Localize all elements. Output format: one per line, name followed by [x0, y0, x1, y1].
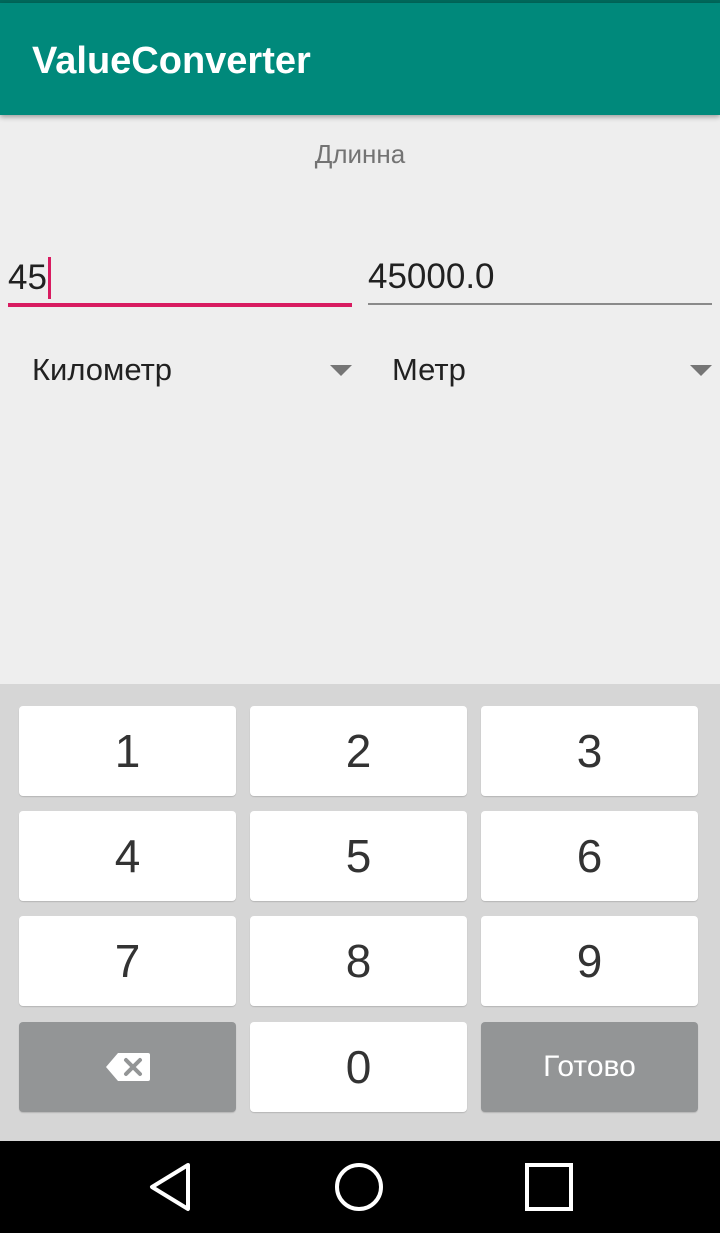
recents-button[interactable]	[499, 1141, 599, 1233]
key-4[interactable]: 4	[19, 811, 236, 901]
backspace-key[interactable]	[19, 1022, 236, 1112]
key-9[interactable]: 9	[481, 916, 698, 1006]
key-7[interactable]: 7	[19, 916, 236, 1006]
back-icon	[150, 1163, 190, 1211]
done-key[interactable]: Готово	[481, 1022, 698, 1112]
to-unit-label: Метр	[392, 352, 466, 387]
recents-icon	[525, 1163, 573, 1211]
key-2[interactable]: 2	[250, 706, 467, 796]
home-icon	[335, 1163, 383, 1211]
key-1[interactable]: 1	[19, 706, 236, 796]
key-3[interactable]: 3	[481, 706, 698, 796]
system-nav-bar	[0, 1141, 720, 1233]
input-underline-active	[8, 303, 352, 307]
app-title: ValueConverter	[32, 40, 311, 82]
dropdown-arrow-icon	[330, 365, 352, 376]
dropdown-arrow-icon	[690, 365, 712, 376]
key-8[interactable]: 8	[250, 916, 467, 1006]
converter-content: Длинна 45 45000.0 Километр Метр	[0, 115, 720, 684]
backspace-icon	[105, 1053, 150, 1081]
from-unit-spinner[interactable]: Километр	[8, 340, 352, 400]
key-6[interactable]: 6	[481, 811, 698, 901]
input-value-field[interactable]: 45	[8, 243, 352, 307]
numeric-keyboard: 1 2 3 4 5 6 7 8 9 0 Готово	[0, 684, 720, 1141]
output-value-field[interactable]: 45000.0	[368, 243, 712, 307]
output-underline	[368, 303, 712, 305]
app-bar: ValueConverter	[0, 3, 720, 115]
done-key-label: Готово	[543, 1050, 636, 1083]
from-unit-label: Километр	[32, 352, 173, 387]
to-unit-spinner[interactable]: Метр	[368, 340, 712, 400]
back-button[interactable]	[120, 1141, 220, 1233]
text-cursor	[47, 257, 51, 299]
key-5[interactable]: 5	[250, 811, 467, 901]
key-0[interactable]: 0	[250, 1022, 467, 1112]
input-value-text: 45	[8, 258, 47, 297]
home-button[interactable]	[309, 1141, 409, 1233]
app-screen: ValueConverter Длинна 45 45000.0 Километ…	[0, 0, 720, 1233]
output-value-text: 45000.0	[368, 257, 495, 296]
category-label: Длинна	[314, 139, 406, 169]
